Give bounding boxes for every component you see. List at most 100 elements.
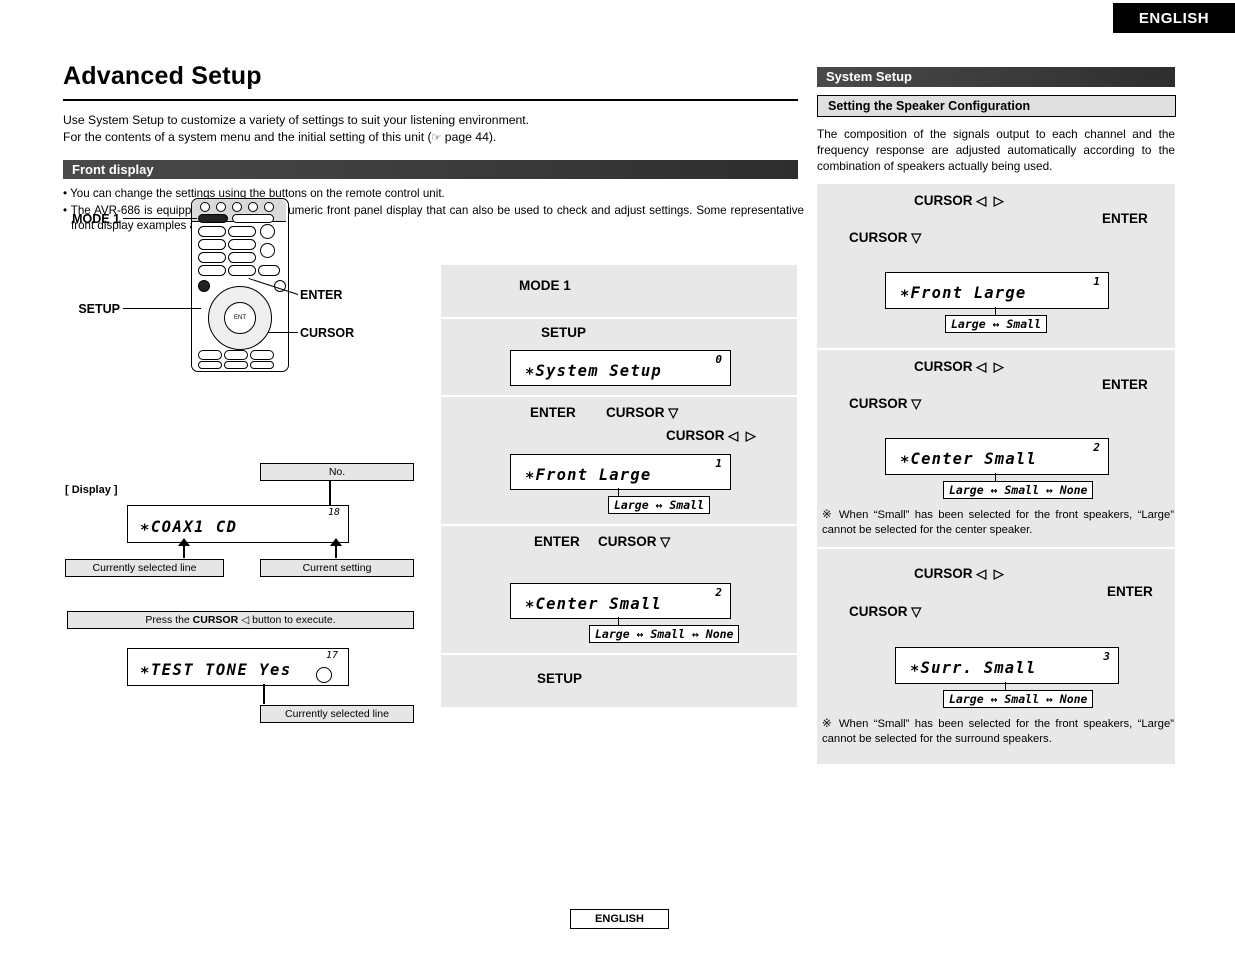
intro-paragraph: Use System Setup to customize a variety …: [63, 112, 798, 146]
display-number: 1: [1093, 275, 1100, 288]
flow-step-mode1: MODE 1: [441, 265, 797, 317]
flow-step-setup: SETUP 0 ∗System Setup: [441, 319, 797, 395]
legend-no-label: No.: [260, 463, 414, 481]
remote-button: [228, 239, 256, 250]
remote-button: [198, 265, 226, 276]
cursor-label: CURSOR: [914, 359, 973, 374]
panel3-enter: ENTER: [1107, 584, 1153, 599]
display-number: 2: [715, 586, 722, 599]
remote-button: [198, 239, 226, 250]
remote-button: [250, 361, 274, 369]
display-example-test-tone: 17 ∗TEST TONE Yes: [127, 648, 349, 686]
cursor-left-icon: ◁: [976, 359, 987, 374]
display-text: ∗Center Small: [900, 450, 1037, 468]
remote-button: [228, 226, 256, 237]
flow-column: MODE 1 SETUP 0 ∗System Setup ENTER CURSO…: [441, 265, 797, 707]
cursor-left-icon: ◁: [728, 428, 739, 443]
remote-button: [224, 350, 248, 360]
flow-display-front: 1 ∗Front Large: [510, 454, 731, 490]
speaker-panel-surround: CURSOR ◁ ▷ ENTER CURSOR ▽ 3 ∗Surr. Small…: [817, 549, 1175, 764]
remote-button: [232, 202, 242, 212]
panel1-cursor-lr: CURSOR ◁ ▷: [914, 193, 1004, 209]
legend-press-cursor-instruction: Press the CURSOR ◁ button to execute.: [67, 611, 414, 629]
page-title: Advanced Setup: [63, 62, 262, 90]
flow-step-front: ENTER CURSOR ▽ CURSOR ◁ ▷ 1 ∗Front Large…: [441, 397, 797, 524]
cursor-label: CURSOR: [914, 566, 973, 581]
remote-volume-down-button: [260, 243, 275, 258]
panel2-cursor-down: CURSOR ▽: [849, 396, 921, 412]
speaker-config-description: The composition of the signals output to…: [817, 127, 1175, 173]
panel1-display: 1 ∗Front Large: [885, 272, 1109, 309]
cursor-label: CURSOR: [849, 230, 908, 245]
panel2-enter: ENTER: [1102, 377, 1148, 392]
flow-step-center: ENTER CURSOR ▽ 2 ∗Center Small Large ↔ S…: [441, 526, 797, 653]
panel3-options: Large ↔ Small ↔ None: [943, 690, 1094, 708]
system-setup-header: System Setup: [817, 67, 1175, 87]
display-text: ∗TEST TONE Yes: [140, 661, 292, 679]
cursor-down-icon: ▽: [911, 396, 922, 411]
remote-label-mode1: MODE 1: [72, 212, 120, 226]
remote-button: [224, 361, 248, 369]
display-number: 3: [1103, 650, 1110, 663]
leader-line: [263, 684, 265, 704]
arrow-head: [178, 538, 190, 546]
leader-line: [123, 218, 197, 220]
leader-line: [329, 480, 331, 508]
panel2-cursor-lr: CURSOR ◁ ▷: [914, 359, 1004, 375]
panel3-cursor-lr: CURSOR ◁ ▷: [914, 566, 1004, 582]
pointing-hand-icon: ☞: [431, 131, 442, 144]
display-number: 18: [327, 507, 340, 518]
cursor-down-icon: ▽: [911, 604, 922, 619]
display-text: ∗Front Large: [900, 284, 1027, 302]
remote-button: [198, 226, 226, 237]
flow-step-setup-end: SETUP: [441, 655, 797, 707]
remote-button: [264, 202, 274, 212]
cursor-down-icon: ▽: [668, 405, 679, 420]
cursor-label: CURSOR: [914, 193, 973, 208]
intro-line-2-text: For the contents of a system menu and th…: [63, 129, 432, 144]
cursor-left-icon: ◁: [976, 566, 987, 581]
remote-button: [198, 361, 222, 369]
panel2-options: Large ↔ Small ↔ None: [943, 481, 1094, 499]
remote-button: [198, 350, 222, 360]
remote-button: [248, 202, 258, 212]
flow-display-system-setup: 0 ∗System Setup: [510, 350, 731, 386]
flow-options-center: Large ↔ Small ↔ None: [589, 625, 740, 643]
flow-step4-enter-label: ENTER: [534, 534, 580, 549]
cursor-label: CURSOR: [606, 405, 665, 420]
remote-label-cursor: CURSOR: [300, 326, 355, 340]
display-text: ∗COAX1 CD: [140, 518, 238, 536]
remote-label-setup: SETUP: [78, 302, 120, 316]
leader-line: [123, 308, 201, 310]
flow-display-center: 2 ∗Center Small: [510, 583, 731, 619]
display-number: 1: [715, 457, 722, 470]
panel2-display: 2 ∗Center Small: [885, 438, 1109, 475]
panel1-options: Large ↔ Small: [945, 315, 1048, 333]
flow-step3-cursor-lr: CURSOR ◁ ▷: [666, 428, 756, 444]
display-number: 0: [715, 353, 722, 366]
remote-button: [228, 265, 256, 276]
legend-current-setting: Current setting: [260, 559, 414, 577]
remote-button: [216, 202, 226, 212]
page-root: ENGLISH Advanced Setup Use System Setup …: [0, 0, 1235, 954]
legend-display-label: [ Display ]: [65, 484, 118, 496]
speaker-panel-front: CURSOR ◁ ▷ ENTER CURSOR ▽ 1 ∗Front Large…: [817, 184, 1175, 348]
display-number: 17: [325, 650, 338, 661]
cursor-label: CURSOR: [849, 604, 908, 619]
display-text: ∗System Setup: [525, 362, 662, 380]
panel3-note: ※ When “Small” has been selected for the…: [822, 718, 1174, 745]
display-text: ∗Center Small: [525, 595, 662, 613]
flow-step3-cursor-down: CURSOR ▽: [606, 405, 678, 421]
display-example-coax: 18 ∗COAX1 CD: [127, 505, 349, 543]
highlight-circle: [316, 667, 332, 683]
remote-button: [258, 265, 280, 276]
speaker-config-subheader: Setting the Speaker Configuration: [817, 95, 1176, 117]
press-cursor-post: button to execute.: [249, 614, 336, 626]
display-text: ∗Surr. Small: [910, 659, 1037, 677]
remote-button: [232, 214, 274, 223]
cursor-down-icon: ▽: [660, 534, 671, 549]
panel2-note: ※ When “Small” has been selected for the…: [822, 509, 1174, 536]
legend-currently-selected-line: Currently selected line: [65, 559, 224, 577]
cursor-right-icon: ▷: [993, 566, 1004, 581]
intro-line-2: For the contents of a system menu and th…: [63, 129, 798, 147]
